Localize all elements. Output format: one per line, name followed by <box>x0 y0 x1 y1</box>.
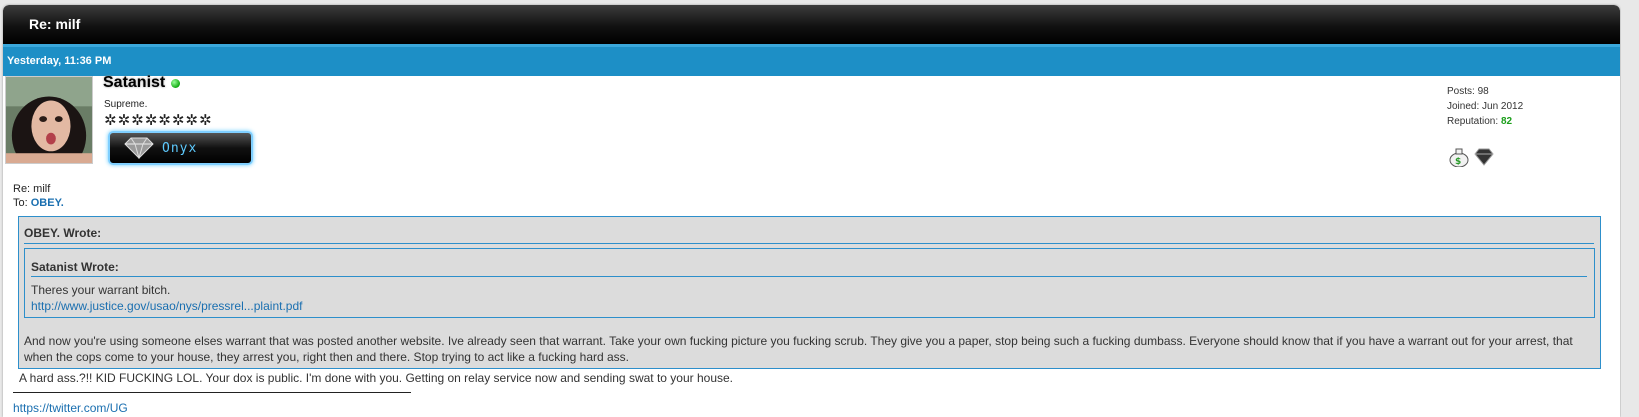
svg-text:$: $ <box>1455 157 1461 167</box>
message-header: Re: milf To: OBEY. <box>13 182 64 210</box>
diamond-icon <box>124 137 154 159</box>
post-date-bar: Yesterday, 11:36 PM <box>3 44 1620 76</box>
user-stats: Posts: 98 Joined: Jun 2012 Reputation: 8… <box>1447 84 1523 129</box>
message-subject: Re: milf <box>13 183 51 195</box>
avatar-image <box>6 77 92 163</box>
signature-link[interactable]: https://twitter.com/UG <box>13 401 128 415</box>
joined-stat: Joined: Jun 2012 <box>1447 101 1524 112</box>
signature-divider <box>13 392 411 393</box>
avatar[interactable] <box>5 76 93 164</box>
post-body-text: A hard ass.?!! KID FUCKING LOL. Your dox… <box>19 371 733 385</box>
money-bag-icon[interactable]: $ <box>1448 147 1470 168</box>
quote-divider <box>24 243 1594 244</box>
recipient-link[interactable]: OBEY. <box>31 197 64 209</box>
reputation-stat: Reputation: 82 <box>1447 116 1513 127</box>
scrollbar-track[interactable] <box>1621 5 1639 417</box>
diamond-icon[interactable] <box>1473 147 1495 167</box>
nested-quote-header: Satanist Wrote: <box>31 260 119 274</box>
online-status-icon <box>171 79 180 88</box>
nested-quote-divider <box>31 276 1587 277</box>
nested-quote-body: Theres your warrant bitch. http://www.ju… <box>31 282 302 314</box>
warrant-link[interactable]: http://www.justice.gov/usao/nys/pressrel… <box>31 299 302 313</box>
nested-quote-text: Theres your warrant bitch. <box>31 283 171 297</box>
post-date: Yesterday, 11:36 PM <box>7 55 112 67</box>
username-link[interactable]: Satanist <box>103 74 165 92</box>
quote-reply-text: And now you're using someone elses warra… <box>24 334 1573 364</box>
thread-title-bar: Re: milf <box>3 5 1620 44</box>
user-title: Supreme. <box>104 99 148 110</box>
rank-badge-label: Onyx <box>162 141 198 156</box>
thread-title: Re: milf <box>29 16 81 32</box>
quote-header: OBEY. Wrote: <box>24 226 102 240</box>
posts-stat: Posts: 98 <box>1447 86 1489 97</box>
quote-block-outer: OBEY. Wrote: Satanist Wrote: Theres your… <box>18 216 1601 369</box>
rank-badge: Onyx <box>108 131 253 165</box>
award-icons: $ <box>1448 147 1495 168</box>
quote-block-inner: Satanist Wrote: Theres your warrant bitc… <box>24 248 1595 318</box>
user-rank-stars: ✲✲✲✲✲✲✲✲ <box>104 111 213 129</box>
message-recipient: To: OBEY. <box>13 197 64 209</box>
